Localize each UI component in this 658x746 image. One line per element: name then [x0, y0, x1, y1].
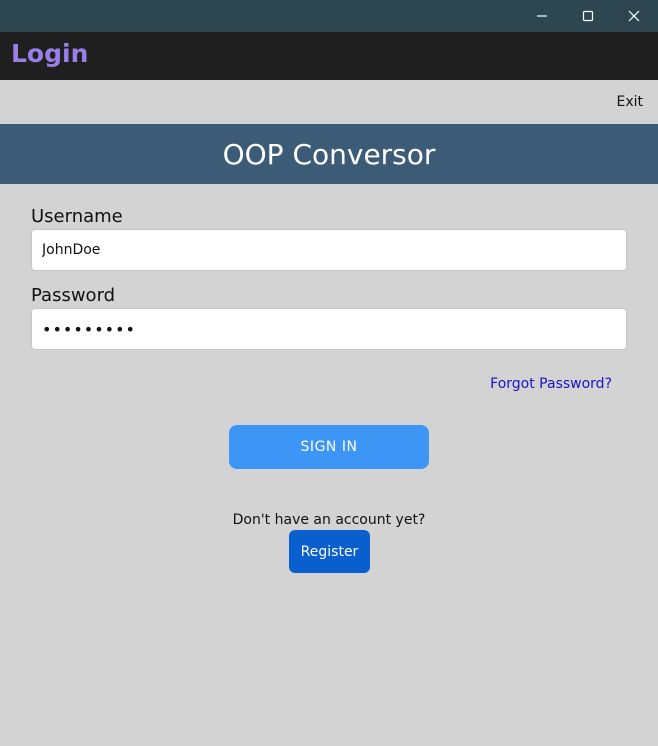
- sign-in-label: SIGN IN: [300, 439, 358, 455]
- maximize-button[interactable]: [565, 0, 611, 32]
- no-account-text: Don't have an account yet?: [232, 512, 426, 528]
- username-input[interactable]: [31, 229, 627, 271]
- minimize-button[interactable]: [519, 0, 565, 32]
- page-title: OOP Conversor: [222, 137, 436, 171]
- password-label: Password: [31, 285, 116, 306]
- username-label: Username: [31, 206, 123, 227]
- exit-menu-item[interactable]: Exit: [616, 92, 643, 112]
- app-title: Login: [11, 39, 89, 68]
- register-label: Register: [300, 543, 359, 560]
- forgot-password-link[interactable]: Forgot Password?: [490, 374, 612, 394]
- menu-bar: Exit: [0, 80, 658, 124]
- close-icon: [628, 10, 640, 22]
- close-button[interactable]: [611, 0, 657, 32]
- maximize-icon: [582, 10, 594, 22]
- register-button[interactable]: Register: [289, 530, 370, 573]
- page-header: OOP Conversor: [0, 124, 658, 184]
- password-input[interactable]: [31, 308, 627, 350]
- sign-in-button[interactable]: SIGN IN: [229, 425, 429, 469]
- minimize-icon: [536, 10, 548, 22]
- window-titlebar: [0, 0, 658, 32]
- app-header: Login: [0, 32, 658, 80]
